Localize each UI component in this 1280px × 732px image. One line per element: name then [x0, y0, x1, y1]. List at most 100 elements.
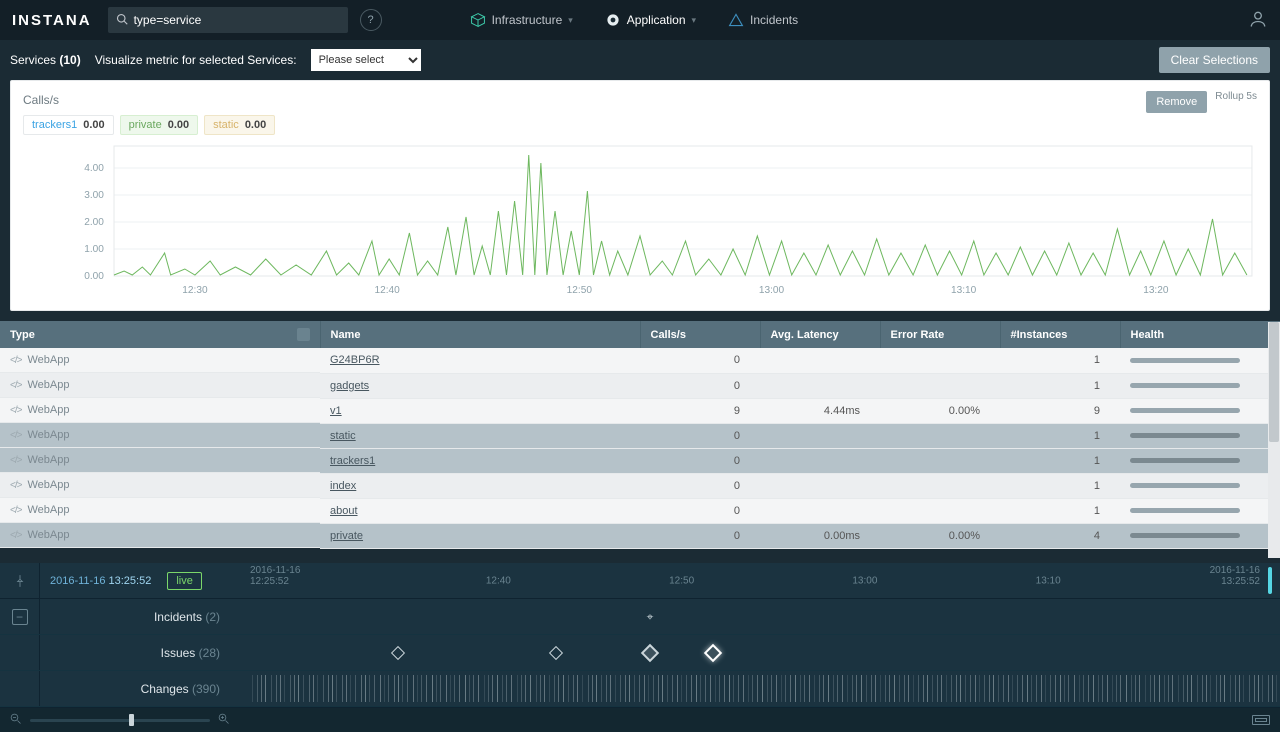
service-link[interactable]: G24BP6R [330, 354, 380, 366]
error-cell [880, 373, 1000, 398]
help-icon[interactable]: ? [360, 9, 382, 31]
zoom-out-icon[interactable] [10, 713, 22, 728]
col-latency[interactable]: Avg. Latency [760, 321, 880, 348]
type-cell: </>WebApp [0, 423, 320, 448]
service-link[interactable]: index [330, 480, 356, 492]
table-row[interactable]: </>WebAppprivate00.00ms0.00%4 [0, 523, 1280, 548]
zoom-bar [0, 708, 1280, 732]
col-error[interactable]: Error Rate [880, 321, 1000, 348]
svg-text:13:00: 13:00 [759, 285, 785, 296]
table-row[interactable]: </>WebAppG24BP6R01 [0, 348, 1280, 373]
select-all-checkbox[interactable] [297, 328, 310, 341]
service-link[interactable]: v1 [330, 405, 342, 417]
view-toggle-icon[interactable] [1252, 715, 1270, 725]
table-row[interactable]: </>WebAppv194.44ms0.00%9 [0, 398, 1280, 423]
live-badge[interactable]: live [167, 572, 202, 590]
table-row[interactable]: </>WebAppindex01 [0, 473, 1280, 498]
vertical-scrollbar[interactable] [1268, 322, 1280, 558]
service-link[interactable]: static [330, 430, 356, 442]
warning-icon [728, 12, 744, 28]
brand-logo: INSTANA [12, 12, 100, 29]
name-cell: trackers1 [320, 448, 640, 473]
pin-icon[interactable] [0, 563, 40, 598]
health-cell [1120, 423, 1280, 448]
name-cell: v1 [320, 398, 640, 423]
services-label: Services (10) [10, 53, 81, 67]
timeline-handle[interactable] [1268, 567, 1272, 594]
chevron-down-icon: ▾ [692, 15, 697, 26]
table-row[interactable]: </>WebAppstatic01 [0, 423, 1280, 448]
latency-cell [760, 373, 880, 398]
svg-text:12:50: 12:50 [567, 285, 593, 296]
calls-cell: 0 [640, 348, 760, 373]
timeline-scrubber[interactable]: 2016-11-16 13:25:52 live 2016-11-1612:25… [0, 563, 1280, 599]
name-cell: index [320, 473, 640, 498]
latency-cell [760, 423, 880, 448]
search-icon [116, 13, 128, 28]
col-calls[interactable]: Calls/s [640, 321, 760, 348]
col-instances[interactable]: #Instances [1000, 321, 1120, 348]
health-bar [1130, 358, 1240, 363]
instances-cell: 9 [1000, 398, 1120, 423]
col-name[interactable]: Name [320, 321, 640, 348]
col-type[interactable]: Type [0, 321, 320, 348]
service-link[interactable]: gadgets [330, 380, 369, 392]
error-cell [880, 498, 1000, 523]
calls-cell: 0 [640, 448, 760, 473]
zoom-in-icon[interactable] [218, 713, 230, 728]
remove-button[interactable]: Remove [1146, 91, 1207, 113]
metric-select[interactable]: Please select [311, 49, 421, 71]
timeline-tick: 12:50 [669, 575, 694, 586]
svg-text:1.00: 1.00 [84, 244, 104, 255]
issues-track[interactable] [230, 635, 1280, 670]
table-row[interactable]: </>WebAppabout01 [0, 498, 1280, 523]
issue-marker[interactable] [548, 645, 562, 659]
timeline-panel: 2016-11-16 13:25:52 live 2016-11-1612:25… [0, 563, 1280, 732]
service-link[interactable]: private [330, 530, 363, 542]
table-row[interactable]: </>WebAppgadgets01 [0, 373, 1280, 398]
top-nav: INSTANA type=service ? Infrastructure ▾ … [0, 0, 1280, 40]
chart-area[interactable]: 0.00 1.00 2.00 3.00 4.00 12:30 12:40 12:… [23, 141, 1257, 306]
svg-text:12:40: 12:40 [374, 285, 400, 296]
svg-text:0.00: 0.00 [84, 271, 104, 282]
type-cell: </>WebApp [0, 373, 320, 398]
col-health[interactable]: Health [1120, 321, 1280, 348]
calls-cell: 0 [640, 498, 760, 523]
service-link[interactable]: trackers1 [330, 455, 375, 467]
code-icon: </> [10, 405, 21, 416]
incidents-track[interactable]: ⌖ [230, 599, 1280, 634]
legend-tag[interactable]: private0.00 [120, 115, 198, 135]
legend-tag[interactable]: trackers10.00 [23, 115, 114, 135]
name-cell: gadgets [320, 373, 640, 398]
legend-tag[interactable]: static0.00 [204, 115, 275, 135]
svg-text:13:10: 13:10 [951, 285, 977, 296]
issue-marker[interactable] [641, 643, 659, 661]
nav-infrastructure[interactable]: Infrastructure ▾ [458, 0, 585, 40]
changes-track[interactable] [230, 671, 1280, 706]
health-cell [1120, 523, 1280, 548]
nav-incidents[interactable]: Incidents [716, 0, 810, 40]
svg-text:3.00: 3.00 [84, 190, 104, 201]
issue-marker[interactable] [391, 645, 405, 659]
nav-application[interactable]: Application ▾ [593, 0, 708, 40]
health-bar [1130, 433, 1240, 438]
donut-icon [605, 12, 621, 28]
health-bar [1130, 408, 1240, 413]
rollup-label: Rollup 5s [1215, 91, 1257, 102]
clear-selections-button[interactable]: Clear Selections [1159, 47, 1270, 73]
table-row[interactable]: </>WebApptrackers101 [0, 448, 1280, 473]
health-bar [1130, 458, 1240, 463]
search-input[interactable]: type=service [108, 7, 348, 33]
incident-marker[interactable]: ⌖ [647, 609, 654, 624]
services-table: Type Name Calls/s Avg. Latency Error Rat… [0, 321, 1280, 549]
type-cell: </>WebApp [0, 398, 320, 423]
service-link[interactable]: about [330, 505, 358, 517]
latency-cell [760, 498, 880, 523]
zoom-slider[interactable] [30, 719, 210, 722]
latency-cell [760, 448, 880, 473]
latency-cell: 0.00ms [760, 523, 880, 548]
issue-marker[interactable] [704, 643, 722, 661]
user-icon[interactable] [1248, 9, 1268, 32]
collapse-button[interactable]: − [0, 599, 40, 634]
error-cell [880, 423, 1000, 448]
